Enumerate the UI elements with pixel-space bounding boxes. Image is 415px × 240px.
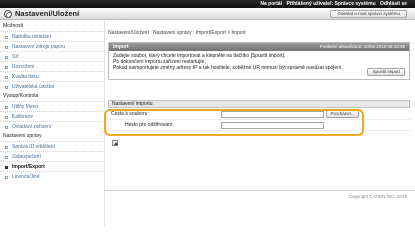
bullet-icon xyxy=(5,146,8,149)
sidebar-item-layout[interactable]: Rozvržení xyxy=(0,61,104,71)
sidebar-heading: Nastavení správy xyxy=(3,133,42,139)
bullet-icon xyxy=(5,86,8,89)
file-path-input[interactable] xyxy=(221,111,324,118)
sidebar-item-license[interactable]: Licence/Jiné xyxy=(0,171,104,181)
sidebar-item-department-id[interactable]: Správa ID oddělení xyxy=(0,141,104,151)
sidebar-item-paper-source[interactable]: Nastavení zdroje papíru xyxy=(0,41,104,51)
mail-admin-button[interactable]: Odeslat e-mail správci systému xyxy=(330,10,407,18)
bullet-icon xyxy=(5,126,8,129)
sidebar-item-user-maintenance[interactable]: Uživatelská údržba xyxy=(0,81,104,91)
sidebar-group-management: Nastavení správy Správa ID oddělení Zabe… xyxy=(0,131,104,181)
import-panel-header: Import Poslední aktualizace: 20/06 2019 … xyxy=(109,43,409,51)
logout-link[interactable]: Odhlásit se xyxy=(380,1,407,7)
last-update: Poslední aktualizace: 20/06 2019 08:18:3… xyxy=(319,44,405,49)
sidebar-item-security[interactable]: Zabezpečení xyxy=(0,151,104,161)
logged-in-user: Přihlášený uživatel: Správce systému xyxy=(286,1,376,7)
copyright: Copyright CANON INC. 2019 xyxy=(348,194,407,199)
top-bar: Na portál Přihlášený uživatel: Správce s… xyxy=(0,0,415,8)
main-content: Nastavení/Uložení : Nastavení správy : I… xyxy=(104,21,415,226)
import-panel-title: Import xyxy=(113,44,129,50)
bullet-icon xyxy=(5,106,8,109)
bullet-icon xyxy=(5,166,8,169)
breadcrumb: Nastavení/Uložení : Nastavení správy : I… xyxy=(108,30,246,36)
password-label: Heslo pro odšifrování: xyxy=(125,122,174,128)
sidebar-item-print-quality[interactable]: Kvalita tisku xyxy=(0,71,104,81)
page-title: Nastavení/Uložení xyxy=(15,9,80,18)
portal-link[interactable]: Na portál xyxy=(260,1,282,7)
sidebar-item-import-export[interactable]: Import/Export xyxy=(0,161,104,171)
import-settings-heading: Nastavení importu xyxy=(108,100,410,108)
bullet-icon xyxy=(5,76,8,79)
scroll-to-top-icon[interactable] xyxy=(112,140,118,146)
sidebar-item-control-menu[interactable]: Nabídka ovládání xyxy=(0,31,104,41)
sidebar-item-calibration[interactable]: Kalibrace xyxy=(0,111,104,121)
sidebar: Možnosti Nabídka ovládání Nastavení zdro… xyxy=(0,21,104,226)
bullet-icon xyxy=(5,66,8,69)
file-path-row: Cesta k souboru: Procházet... xyxy=(108,109,410,120)
sidebar-heading: Výstup/Kontrola xyxy=(3,93,39,99)
file-path-label: Cesta k souboru: xyxy=(111,111,149,117)
bullet-icon xyxy=(5,116,8,119)
sidebar-item-utility-menu[interactable]: Utility Menu xyxy=(0,101,104,111)
browse-button[interactable]: Procházet... xyxy=(326,110,359,118)
sidebar-item-device-control[interactable]: Ovládání zařízení xyxy=(0,121,104,131)
sidebar-heading: Možnosti xyxy=(3,23,24,29)
sidebar-group-options: Možnosti Nabídka ovládání Nastavení zdro… xyxy=(0,21,104,91)
bullet-icon xyxy=(5,46,8,49)
bullet-icon xyxy=(5,156,8,159)
import-panel: Import Poslední aktualizace: 20/06 2019 … xyxy=(108,42,410,80)
sidebar-group-output: Výstup/Kontrola Utility Menu Kalibrace O… xyxy=(0,91,104,131)
bullet-icon xyxy=(5,56,8,59)
decrypt-password-input[interactable] xyxy=(221,122,324,129)
password-row: Heslo pro odšifrování: xyxy=(108,120,410,131)
bullet-icon xyxy=(5,36,8,39)
import-instructions: Zadejte soubor, který chcete importovat … xyxy=(109,51,409,71)
sidebar-item-network[interactable]: Síť xyxy=(0,51,104,61)
instruction-line: Pokud naimportujete změny adresy IP a ta… xyxy=(113,64,343,71)
footer-divider xyxy=(105,190,415,191)
import-settings-section: Nastavení importu Cesta k souboru: Proch… xyxy=(108,100,410,133)
start-import-button[interactable]: Spustit import xyxy=(367,68,405,76)
settings-logo-icon xyxy=(4,10,12,18)
bullet-icon xyxy=(5,176,8,179)
page-header: Nastavení/Uložení Odeslat e-mail správci… xyxy=(0,8,415,20)
